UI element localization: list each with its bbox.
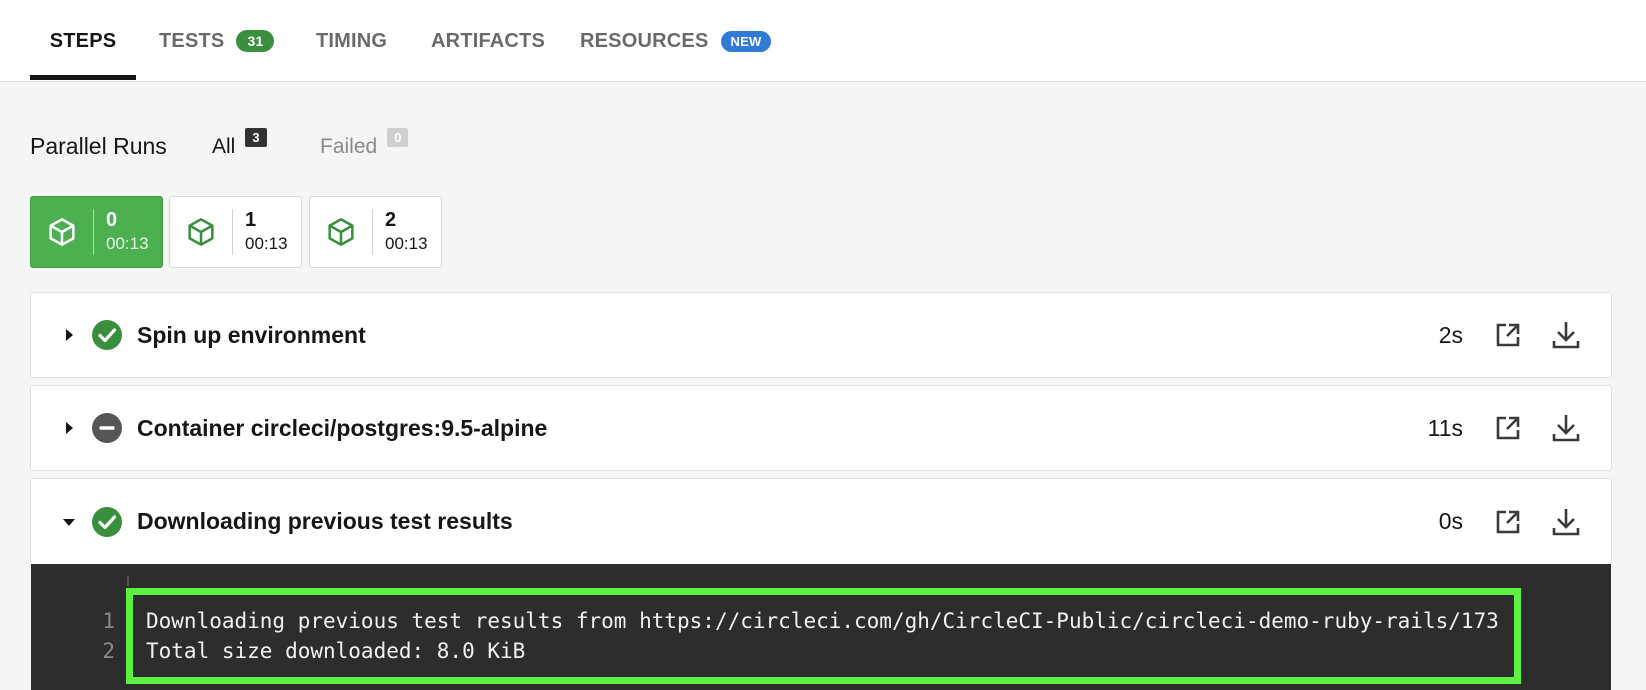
neutral-minus-icon [91,412,123,444]
filter-all[interactable]: All 3 [212,128,267,159]
container-cube-icon [310,216,372,248]
success-check-icon [91,319,123,351]
caret-down-icon[interactable] [59,516,79,528]
step-duration: 2s [1438,321,1463,348]
run-index: 1 [245,209,257,231]
step-duration: 0s [1438,508,1463,534]
step-downloading-previous-test-results[interactable]: Downloading previous test results 0s [30,478,1612,564]
filter-all-label: All [212,135,236,158]
filter-all-count: 3 [245,128,267,147]
caret-right-icon[interactable] [59,420,79,436]
step-label: Container circleci/postgres:9.5-alpine [137,414,548,441]
download-icon[interactable] [1549,318,1583,352]
step-container-postgres[interactable]: Container circleci/postgres:9.5-alpine 1… [30,385,1612,471]
run-time: 00:13 [245,234,288,253]
caret-right-icon[interactable] [59,327,79,343]
parallel-run-1[interactable]: 1 00:13 [169,196,302,268]
tab-steps[interactable]: STEPS [30,0,136,82]
tab-artifacts-label: ARTIFACTS [431,29,546,52]
run-index: 2 [385,209,397,231]
log-highlight-box [126,588,1521,684]
parallel-run-2[interactable]: 2 00:13 [309,196,442,268]
tab-timing-label: TIMING [316,29,388,52]
tab-resources-label: RESOURCES [580,29,709,52]
new-badge: NEW [720,30,772,52]
parallel-run-0[interactable]: 0 00:13 [30,196,163,268]
tab-artifacts[interactable]: ARTIFACTS [431,0,545,82]
success-check-icon [91,506,123,538]
filter-failed-label: Failed [320,135,378,158]
open-external-icon[interactable] [1491,318,1525,352]
parallel-runs-title: Parallel Runs [30,133,167,159]
download-icon[interactable] [1549,411,1583,445]
run-index: 0 [106,209,118,231]
job-tab-bar: STEPS TESTS 31 TIMING ARTIFACTS RESOURCE… [0,0,1646,82]
filter-failed-count: 0 [387,128,409,147]
log-line-number: 1 [102,609,115,633]
step-label: Downloading previous test results [137,508,513,534]
container-cube-icon [170,216,232,248]
tab-resources[interactable]: RESOURCES NEW [580,0,772,82]
run-time: 00:13 [385,234,428,253]
tab-timing[interactable]: TIMING [316,0,387,82]
download-icon[interactable] [1549,505,1583,539]
log-line-number: 2 [102,639,115,663]
run-time: 00:13 [106,234,149,253]
step-spin-up-environment[interactable]: Spin up environment 2s [30,292,1612,378]
active-tab-indicator [30,75,136,80]
tab-tests[interactable]: TESTS 31 [159,0,275,82]
tests-count-badge: 31 [236,30,275,52]
open-external-icon[interactable] [1491,411,1525,445]
filter-failed[interactable]: Failed 0 [320,128,409,159]
step-log-output[interactable]: 1 Downloading previous test results from… [31,564,1611,690]
step-duration: 11s [1427,414,1463,441]
tab-steps-label: STEPS [49,29,117,52]
tab-tests-label: TESTS [159,29,225,52]
open-external-icon[interactable] [1491,505,1525,539]
container-cube-icon [31,216,93,248]
step-label: Spin up environment [137,321,366,348]
